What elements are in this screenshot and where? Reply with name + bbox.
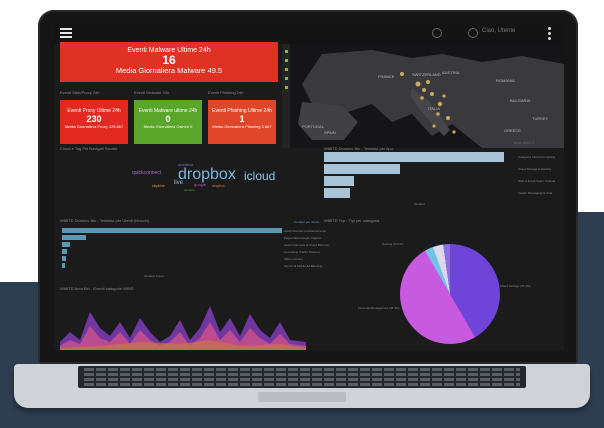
mid-bar-axis: Tentativi Count bbox=[144, 274, 164, 278]
mid-bar-3[interactable] bbox=[62, 242, 70, 247]
map-label-switzerland: SWITZERLAND bbox=[412, 72, 441, 77]
wordcloud-word: icloud bbox=[244, 169, 276, 183]
mid-bar-label-1: Utenti bloccati quotidianamente bbox=[284, 229, 326, 233]
map-canvas: FRANCE SWITZERLAND AUSTRIA ITALIA ROMANI… bbox=[298, 50, 564, 148]
wordcloud-word: quickconnect bbox=[132, 170, 162, 176]
proxy-kpi-subtitle: Media Giornaliera Proxy 225.667 bbox=[64, 124, 124, 129]
proxy-kpi-value: 230 bbox=[86, 114, 102, 124]
top-bar-label-1: Categoria Cloud Computing bbox=[518, 155, 556, 159]
map-label-france: FRANCE bbox=[378, 74, 395, 79]
user-icon[interactable] bbox=[468, 28, 478, 38]
mid-bar-1[interactable] bbox=[62, 228, 282, 233]
mid-bar-4[interactable] bbox=[62, 249, 67, 254]
top-bar-label-2: Cloud Storage & Hosting bbox=[518, 167, 552, 171]
dashboard-screen: Ciao, Utente Eventi Malware Ultime 24h 1… bbox=[54, 22, 564, 350]
top-bar-axis: Tentativi bbox=[414, 202, 426, 206]
search-icon[interactable] bbox=[432, 28, 442, 38]
malware-blocked-kpi-value: 0 bbox=[165, 114, 171, 124]
top-bar-1[interactable] bbox=[324, 152, 504, 162]
phishing-kpi-subtitle: Media Giornaliera Phishing 3.667 bbox=[212, 124, 272, 129]
wordcloud-word: skydrive bbox=[152, 184, 165, 188]
top-bar-label-3: Web & Email Spam Outlook bbox=[518, 179, 556, 183]
word-cloud[interactable]: dropbox icloud quickconnect onedrive liv… bbox=[60, 154, 324, 218]
malware-kpi-card[interactable]: Eventi Malware Ultime 24h 16 Media Giorn… bbox=[60, 42, 278, 82]
mid-bar-label-3: Utenti Connessi al Cloud Bloccati bbox=[284, 243, 329, 247]
kpi-subtitle: Media Giornaliera Malware 49.5 bbox=[115, 66, 223, 75]
keyboard-row bbox=[84, 373, 520, 376]
top-bar-2[interactable] bbox=[324, 164, 400, 174]
europe-map[interactable]: FRANCE SWITZERLAND AUSTRIA ITALIA ROMANI… bbox=[282, 44, 564, 148]
phishing-kpi-value: 1 bbox=[239, 114, 245, 124]
topbar-chart-label: WMITD Dominio Bin - Tentativi per tipo bbox=[324, 146, 393, 151]
top-bar-4[interactable] bbox=[324, 188, 350, 198]
pie-label-3: Personal Management (38.3%) bbox=[358, 306, 400, 310]
map-label-portugal: PORTUGAL bbox=[302, 124, 325, 129]
map-label-spain: SPAIN bbox=[324, 130, 336, 135]
user-label[interactable]: Ciao, Utente bbox=[482, 28, 515, 34]
menu-icon[interactable] bbox=[60, 28, 72, 38]
keyboard-row bbox=[84, 368, 520, 371]
pie-label-2: Cloud Storage (75.3%) bbox=[500, 284, 531, 288]
mid-bar-legend: Tentativi per utente bbox=[294, 220, 320, 224]
proxy-kpi-card[interactable]: Eventi Proxy Ultime 24h 230 Media Giorna… bbox=[60, 100, 128, 144]
phishing-kpi-card[interactable]: Eventi Phishing Ultime 24h 1 Media Giorn… bbox=[208, 100, 276, 144]
map-attribution: Map data © bbox=[514, 140, 535, 145]
map-zoom-controls[interactable] bbox=[282, 44, 290, 148]
keyboard-row bbox=[84, 383, 520, 386]
malware-blocked-kpi-card[interactable]: Eventi Malware ultime 24h 0 Media Giorna… bbox=[134, 100, 202, 144]
wordcloud-word: live bbox=[174, 180, 184, 186]
midbar-chart-label: WMITD Dominio Bin - Tentativi per Utenti… bbox=[60, 218, 150, 223]
more-options-icon[interactable] bbox=[548, 27, 551, 42]
map-label-bulgaria: BULGARIA bbox=[510, 98, 531, 103]
proxy-panel-label: Eventi Web/Proxy 24h bbox=[60, 90, 100, 95]
wordcloud-word: dropbox bbox=[212, 184, 225, 188]
wordcloud-label: Cloud e Tag Più Navigati Faudet bbox=[60, 146, 118, 151]
laptop-trackpad bbox=[258, 392, 346, 402]
top-bar-3[interactable] bbox=[324, 176, 354, 186]
pie-chart-label: WMITD Top - Tipi per categoria bbox=[324, 218, 380, 223]
mid-bar-label-6: Servizi di Mobile Ad Blocking bbox=[284, 264, 323, 268]
map-label-romania: ROMANIA bbox=[496, 78, 515, 83]
mid-bar-6[interactable] bbox=[62, 263, 65, 268]
pie-label-1: Hosting (8.27%) bbox=[382, 242, 404, 246]
mid-bar-label-2: Pages Web Google Tagless bbox=[284, 236, 321, 240]
malware-blocked-kpi-subtitle: Media Giornaliera Ostrich 0 bbox=[143, 124, 193, 129]
mid-bar-2[interactable] bbox=[62, 235, 86, 240]
wordcloud-word: onedrive bbox=[178, 162, 194, 167]
map-label-italy: ITALIA bbox=[428, 106, 440, 111]
area-chart[interactable] bbox=[60, 292, 306, 350]
mid-bar-label-4: Consulting Traffic/ Sistema bbox=[284, 250, 320, 254]
area-chart-label: WMITD Area Bin - Eventi categorie WINS bbox=[60, 286, 134, 291]
category-pie-chart[interactable] bbox=[400, 244, 500, 344]
wordcloud-word: dropbox bbox=[178, 166, 236, 183]
laptop-keyboard bbox=[78, 366, 526, 388]
wordcloud-word: google bbox=[194, 182, 207, 187]
top-bar: Ciao, Utente bbox=[54, 22, 564, 44]
top-bar-label-4: Instant Messaging & Chat bbox=[518, 191, 553, 195]
map-label-austria: AUSTRIA bbox=[442, 70, 460, 75]
map-label-greece: GREECE bbox=[504, 128, 521, 133]
malware-panel-label: Eventi Malware 24h bbox=[134, 90, 170, 95]
map-label-turkey: TURKEY bbox=[532, 116, 549, 121]
mid-bar-label-5: Video Content bbox=[284, 257, 303, 261]
phishing-panel-label: Eventi Phishing 24h bbox=[208, 90, 244, 95]
keyboard-row bbox=[84, 378, 520, 381]
mid-bar-5[interactable] bbox=[62, 256, 66, 261]
kpi-value: 16 bbox=[162, 53, 176, 67]
wordcloud-word: amazon bbox=[184, 188, 195, 192]
